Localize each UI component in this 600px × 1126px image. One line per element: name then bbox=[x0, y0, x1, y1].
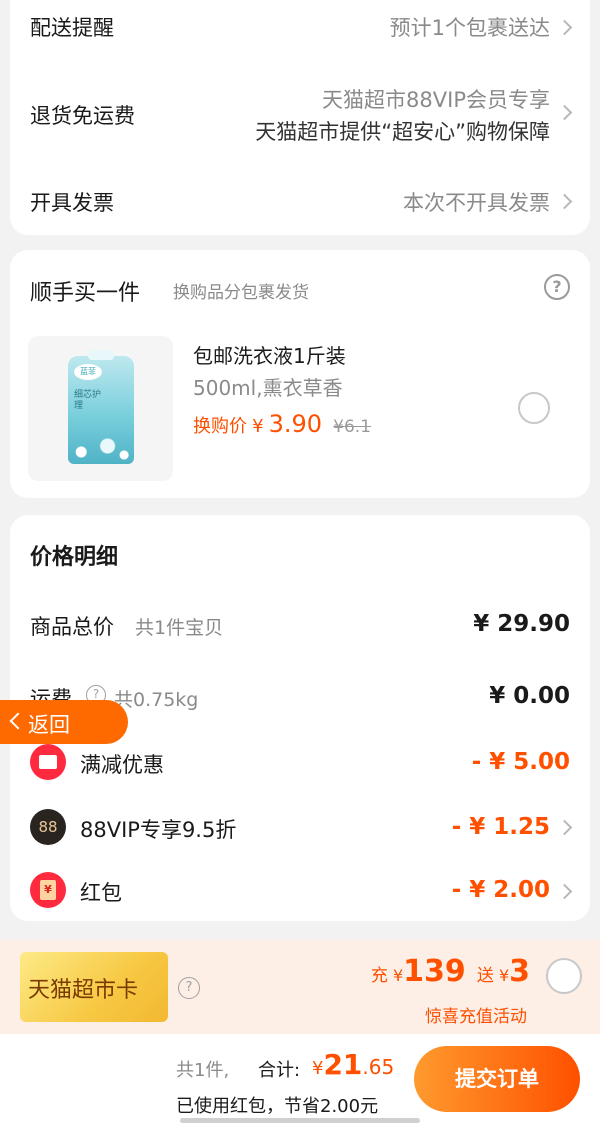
gift-amount: 3 bbox=[509, 954, 530, 989]
price-detail-title: 价格明细 bbox=[30, 545, 119, 570]
gift-currency: ¥ bbox=[498, 966, 510, 985]
chevron-right-icon[interactable] bbox=[556, 19, 573, 36]
addon-product-name[interactable]: 包邮洗衣液1斤装 bbox=[193, 340, 346, 369]
chevron-left-icon bbox=[9, 712, 27, 730]
supercard-strip: 天猫超市卡 ? 充 ¥139 送 ¥3 惊喜充值活动 bbox=[0, 940, 600, 1034]
footer-total-dec: .65 bbox=[362, 1055, 395, 1079]
detergent-pouch-image: 蓝菲 细芯护理 bbox=[68, 350, 134, 464]
supercard-select-radio[interactable] bbox=[546, 958, 582, 994]
supercard-offer[interactable]: 充 ¥139 送 ¥3 bbox=[371, 954, 530, 989]
supercard-activity: 惊喜充值活动 bbox=[425, 1007, 527, 1027]
gift-prefix: 送 bbox=[476, 966, 494, 986]
pouch-cap-shape bbox=[88, 350, 114, 360]
addon-product-image[interactable]: 蓝菲 细芯护理 bbox=[28, 336, 173, 481]
charge-currency: ¥ bbox=[392, 966, 404, 985]
vip-badge-icon: 88 bbox=[30, 809, 66, 845]
red-packet-value[interactable]: - ¥ 2.00 bbox=[452, 877, 550, 903]
addon-price-prefix: 换购价 bbox=[193, 416, 247, 437]
chevron-right-icon[interactable] bbox=[556, 104, 573, 121]
footer-total-label: 合计: bbox=[258, 1060, 301, 1081]
addon-card: 顺手买一件 换购品分包裹发货 ? 蓝菲 细芯护理 包邮洗衣液1斤装 500ml,… bbox=[10, 250, 590, 498]
addon-price-row: 换购价 ¥ 3.90 ¥6.1 bbox=[193, 410, 371, 438]
return-free-label: 退货免运费 bbox=[30, 104, 135, 128]
return-free-value-line2[interactable]: 天猫超市提供“超安心”购物保障 bbox=[255, 116, 550, 146]
addon-price: 3.90 bbox=[268, 410, 323, 438]
footer-bar: 共1件, 合计: ¥21.65 已使用红包，节省2.00元 提交订单 bbox=[0, 1034, 600, 1126]
pouch-brand-text: 蓝菲 bbox=[74, 364, 102, 380]
addon-product-spec: 500ml,熏衣草香 bbox=[193, 376, 343, 400]
addon-subtitle: 换购品分包裹发货 bbox=[173, 283, 309, 303]
vip-value[interactable]: - ¥ 1.25 bbox=[452, 814, 550, 840]
charge-amount: 139 bbox=[403, 954, 466, 989]
home-indicator bbox=[180, 1118, 420, 1123]
charge-prefix: 充 bbox=[370, 966, 388, 986]
back-button[interactable]: 返回 bbox=[0, 700, 128, 744]
pouch-label-text: 细芯护理 bbox=[74, 390, 102, 411]
delivery-reminder-value[interactable]: 预计1个包裹送达 bbox=[390, 12, 550, 42]
shipping-weight: 共0.75kg bbox=[114, 689, 199, 711]
footer-count: 共1件, bbox=[176, 1060, 230, 1081]
addon-title: 顺手买一件 bbox=[30, 281, 141, 306]
chevron-right-icon[interactable] bbox=[556, 883, 573, 900]
chevron-right-icon[interactable] bbox=[556, 819, 573, 836]
red-packet-envelope-icon: ¥ bbox=[40, 880, 56, 900]
red-packet-icon: ¥ bbox=[30, 872, 66, 908]
invoice-label: 开具发票 bbox=[30, 191, 114, 215]
footer-saving: 已使用红包，节省2.00元 bbox=[176, 1096, 379, 1117]
footer-total-currency: ¥ bbox=[312, 1058, 324, 1079]
addon-original-price: ¥6.1 bbox=[333, 417, 372, 437]
footer-total: ¥21.65 bbox=[312, 1048, 394, 1081]
addon-select-radio[interactable] bbox=[518, 392, 550, 424]
items-count: 共1件宝贝 bbox=[135, 617, 224, 639]
shipping-value: ¥ 0.00 bbox=[489, 683, 570, 709]
pouch-bubbles-shape bbox=[68, 434, 134, 464]
question-circle-icon[interactable]: ? bbox=[178, 977, 200, 999]
promo-label: 满减优惠 bbox=[80, 753, 164, 777]
supercard-button[interactable]: 天猫超市卡 bbox=[20, 952, 168, 1022]
delivery-info-card: 配送提醒 预计1个包裹送达 退货免运费 天猫超市88VIP会员专享 天猫超市提供… bbox=[10, 0, 590, 235]
promo-value: - ¥ 5.00 bbox=[471, 749, 570, 775]
promo-icon bbox=[30, 744, 66, 780]
return-free-value-line1[interactable]: 天猫超市88VIP会员专享 bbox=[322, 84, 550, 114]
footer-total-int: 21 bbox=[323, 1048, 363, 1081]
submit-order-button[interactable]: 提交订单 bbox=[414, 1046, 580, 1112]
vip-label: 88VIP专享9.5折 bbox=[80, 818, 237, 842]
submit-order-label: 提交订单 bbox=[455, 1067, 539, 1091]
items-total-value: ¥ 29.90 bbox=[473, 611, 570, 637]
delivery-reminder-label: 配送提醒 bbox=[30, 16, 114, 40]
red-packet-label: 红包 bbox=[80, 881, 122, 905]
addon-price-currency: ¥ bbox=[252, 416, 264, 437]
back-button-label: 返回 bbox=[28, 713, 70, 737]
supercard-label: 天猫超市卡 bbox=[28, 978, 139, 1003]
invoice-value[interactable]: 本次不开具发票 bbox=[403, 187, 550, 217]
question-circle-icon[interactable]: ? bbox=[544, 274, 570, 300]
ticket-icon bbox=[39, 755, 57, 769]
items-total-label: 商品总价 bbox=[30, 615, 114, 639]
chevron-right-icon[interactable] bbox=[556, 193, 573, 210]
